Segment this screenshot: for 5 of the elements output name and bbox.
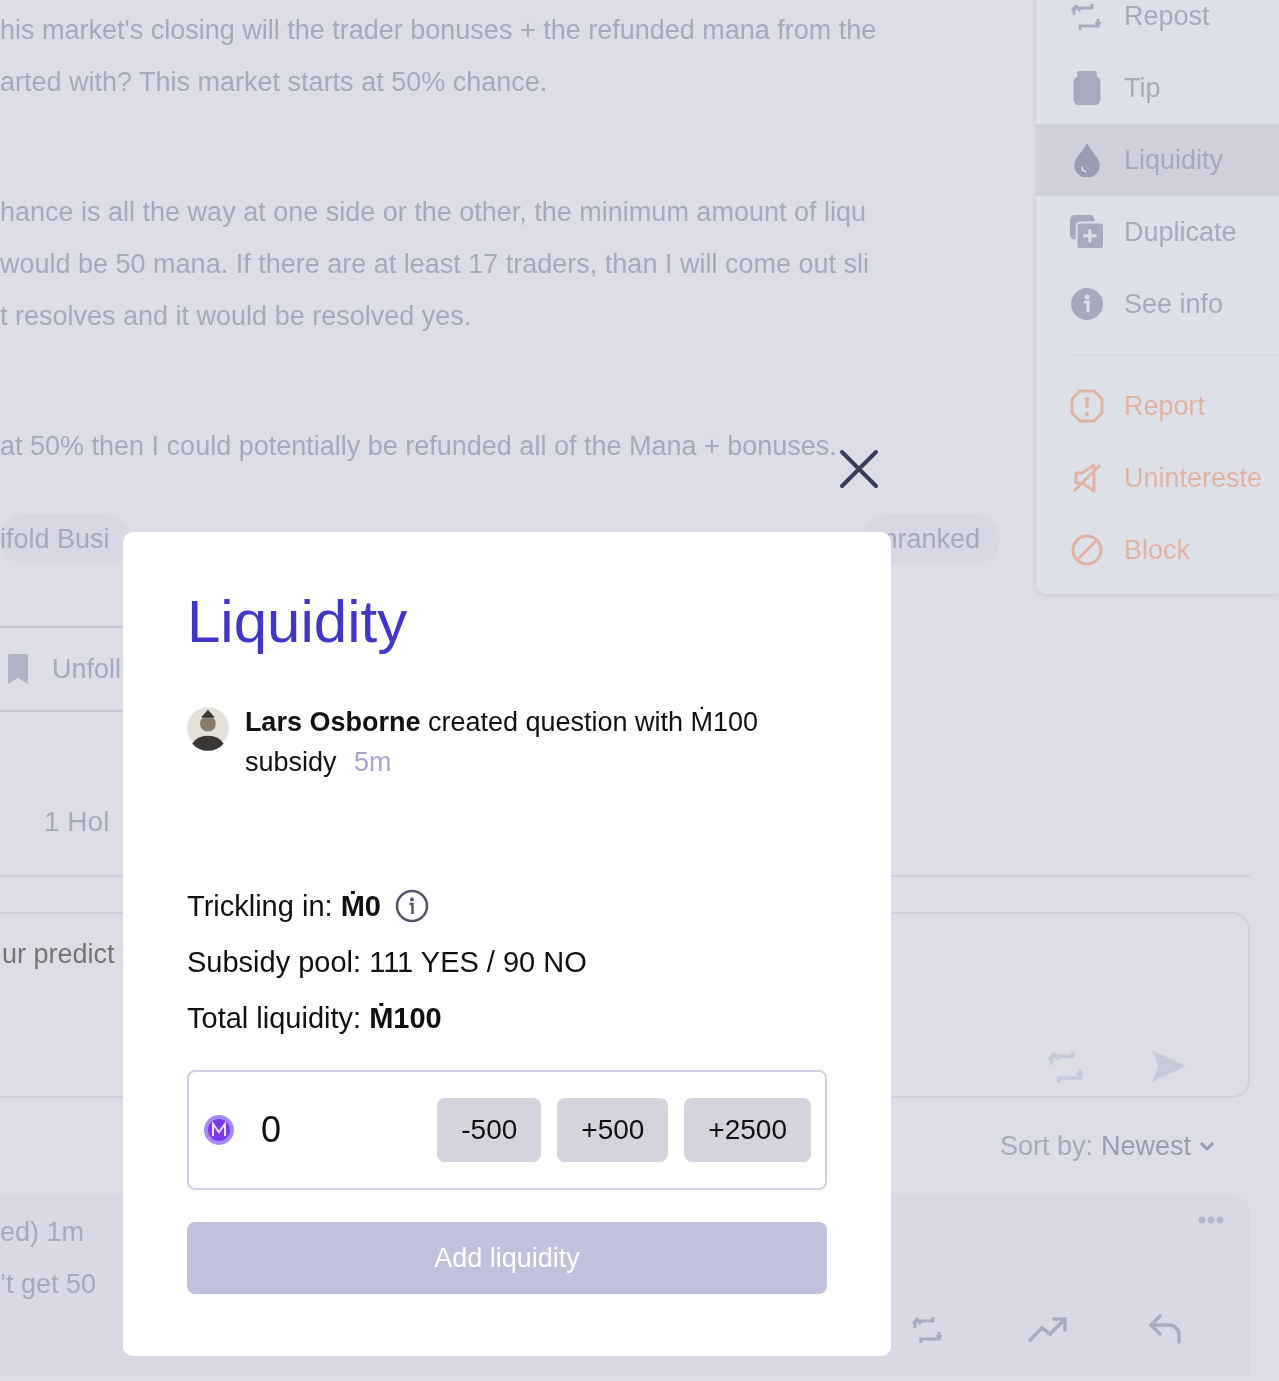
- stat-text: Subsidy pool: 111 YES / 90 NO: [187, 945, 587, 980]
- stat-text: Total liquidity: Ṁ100: [187, 1001, 442, 1036]
- dialog-title: Liquidity: [187, 587, 409, 657]
- activity-text: Lars Osborne created question with Ṁ100 subsidy 5m: [244, 705, 760, 779]
- stat-text: Trickling in: Ṁ0: [187, 889, 381, 924]
